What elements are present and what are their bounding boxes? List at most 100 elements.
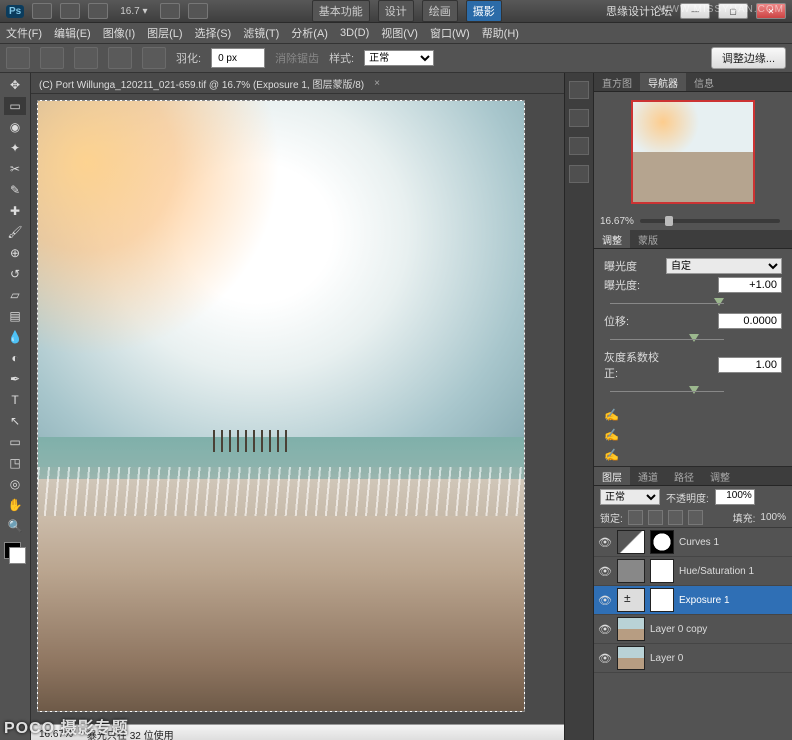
adjust-slider[interactable] <box>604 384 782 398</box>
panel-tab[interactable]: 信息 <box>686 73 722 91</box>
brush-tool[interactable]: 🖌 <box>4 223 26 241</box>
adjust-value[interactable]: +1.00 <box>718 277 782 293</box>
tab-close-icon[interactable]: × <box>374 78 380 89</box>
shape-tool[interactable]: ▭ <box>4 433 26 451</box>
collapsed-panel-icon[interactable] <box>569 137 589 155</box>
workspace-button[interactable]: 绘画 <box>422 0 458 22</box>
marquee-tool-icon[interactable] <box>6 47 30 69</box>
layer-row[interactable]: 👁Curves 1 <box>594 528 792 557</box>
menu-item[interactable]: 图像(I) <box>103 25 135 41</box>
3d-tool[interactable]: ◳ <box>4 454 26 472</box>
bridge-icon[interactable] <box>32 3 52 19</box>
panel-tab[interactable]: 图层 <box>594 467 630 485</box>
eraser-tool[interactable]: ▱ <box>4 286 26 304</box>
visibility-icon[interactable]: 👁 <box>598 651 612 665</box>
visibility-icon[interactable]: 👁 <box>598 564 612 578</box>
navigator-preview[interactable] <box>594 92 792 212</box>
lock-trans-icon[interactable] <box>628 510 643 525</box>
layer-row[interactable]: 👁Layer 0 copy <box>594 615 792 644</box>
panel-tab[interactable]: 调整 <box>702 467 738 485</box>
workspace-button[interactable]: 摄影 <box>466 0 502 22</box>
layer-thumb[interactable] <box>617 530 645 554</box>
crop-tool[interactable]: ✂ <box>4 160 26 178</box>
visibility-icon[interactable]: 👁 <box>598 535 612 549</box>
lock-pos-icon[interactable] <box>668 510 683 525</box>
collapsed-panel-icon[interactable] <box>569 109 589 127</box>
menu-item[interactable]: 图层(L) <box>147 25 182 41</box>
layer-thumb[interactable] <box>617 646 645 670</box>
refine-edge-button[interactable]: 调整边缘... <box>711 47 786 69</box>
menu-item[interactable]: 编辑(E) <box>54 25 91 41</box>
lock-pixels-icon[interactable] <box>648 510 663 525</box>
lock-all-icon[interactable] <box>688 510 703 525</box>
layer-thumb[interactable] <box>617 588 645 612</box>
layer-row[interactable]: 👁Layer 0 <box>594 644 792 673</box>
move-tool[interactable]: ✥ <box>4 76 26 94</box>
menu-item[interactable]: 3D(D) <box>340 27 369 39</box>
menu-item[interactable]: 分析(A) <box>291 25 328 41</box>
layer-thumb[interactable] <box>617 559 645 583</box>
blend-mode-select[interactable]: 正常 <box>600 489 660 505</box>
workspace-button[interactable]: 基本功能 <box>312 0 370 22</box>
healing-tool[interactable]: ✚ <box>4 202 26 220</box>
menu-item[interactable]: 窗口(W) <box>430 25 470 41</box>
panel-tab[interactable]: 调整 <box>594 230 630 248</box>
canvas[interactable]: WWW.MISSYUAN.COM <box>37 100 525 712</box>
wand-tool[interactable]: ✦ <box>4 139 26 157</box>
stamp-tool[interactable]: ⊕ <box>4 244 26 262</box>
canvas-area[interactable]: WWW.MISSYUAN.COM <box>31 94 564 724</box>
layer-row[interactable]: 👁Exposure 1 <box>594 586 792 615</box>
gradient-tool[interactable]: ▤ <box>4 307 26 325</box>
panel-tab[interactable]: 直方图 <box>594 73 640 91</box>
panel-tab[interactable]: 通道 <box>630 467 666 485</box>
selmode-new-icon[interactable] <box>40 47 64 69</box>
selmode-int-icon[interactable] <box>142 47 166 69</box>
collapsed-panel-icon[interactable] <box>569 165 589 183</box>
fill-value[interactable]: 100% <box>760 512 786 523</box>
white-eyedropper-icon[interactable]: ✍ <box>604 448 782 462</box>
adjust-slider[interactable] <box>604 296 782 310</box>
gray-eyedropper-icon[interactable]: ✍ <box>604 428 782 442</box>
dodge-tool[interactable]: ◐ <box>4 349 26 367</box>
path-tool[interactable]: ↖ <box>4 412 26 430</box>
menu-item[interactable]: 选择(S) <box>195 25 232 41</box>
lasso-tool[interactable]: ◉ <box>4 118 26 136</box>
preset-select[interactable]: 自定 <box>666 258 782 274</box>
selmode-sub-icon[interactable] <box>108 47 132 69</box>
adjust-value[interactable]: 1.00 <box>718 357 782 373</box>
layer-mask-thumb[interactable] <box>650 588 674 612</box>
eyedropper-tool[interactable]: ✎ <box>4 181 26 199</box>
layer-thumb[interactable] <box>617 617 645 641</box>
blur-tool[interactable]: 💧 <box>4 328 26 346</box>
menu-item[interactable]: 帮助(H) <box>482 25 519 41</box>
zoom-tool[interactable]: 🔍 <box>4 517 26 535</box>
color-swatches[interactable] <box>4 542 26 564</box>
style-select[interactable]: 正常 <box>364 50 434 66</box>
layer-row[interactable]: 👁Hue/Saturation 1 <box>594 557 792 586</box>
visibility-icon[interactable]: 👁 <box>598 622 612 636</box>
adjust-value[interactable]: 0.0000 <box>718 313 782 329</box>
layer-mask-thumb[interactable] <box>650 530 674 554</box>
camera-tool[interactable]: ◎ <box>4 475 26 493</box>
layer-mask-thumb[interactable] <box>650 559 674 583</box>
hand-tool[interactable]: ✋ <box>4 496 26 514</box>
history-brush-tool[interactable]: ↺ <box>4 265 26 283</box>
feather-input[interactable] <box>211 48 265 68</box>
arrange-icon[interactable] <box>188 3 208 19</box>
visibility-icon[interactable]: 👁 <box>598 593 612 607</box>
collapsed-panel-icon[interactable] <box>569 81 589 99</box>
panel-tab[interactable]: 路径 <box>666 467 702 485</box>
black-eyedropper-icon[interactable]: ✍ <box>604 408 782 422</box>
menu-item[interactable]: 滤镜(T) <box>243 25 279 41</box>
selmode-add-icon[interactable] <box>74 47 98 69</box>
navigator-slider[interactable] <box>640 219 780 223</box>
hand-icon[interactable] <box>160 3 180 19</box>
pen-tool[interactable]: ✒ <box>4 370 26 388</box>
screenmode-icon[interactable] <box>88 3 108 19</box>
panel-tab[interactable]: 蒙版 <box>630 230 666 248</box>
minibridge-icon[interactable] <box>60 3 80 19</box>
adjust-slider[interactable] <box>604 332 782 346</box>
workspace-button[interactable]: 设计 <box>378 0 414 22</box>
document-tab[interactable]: (C) Port Willunga_120211_021-659.tif @ 1… <box>31 73 564 94</box>
panel-tab[interactable]: 导航器 <box>640 73 686 91</box>
